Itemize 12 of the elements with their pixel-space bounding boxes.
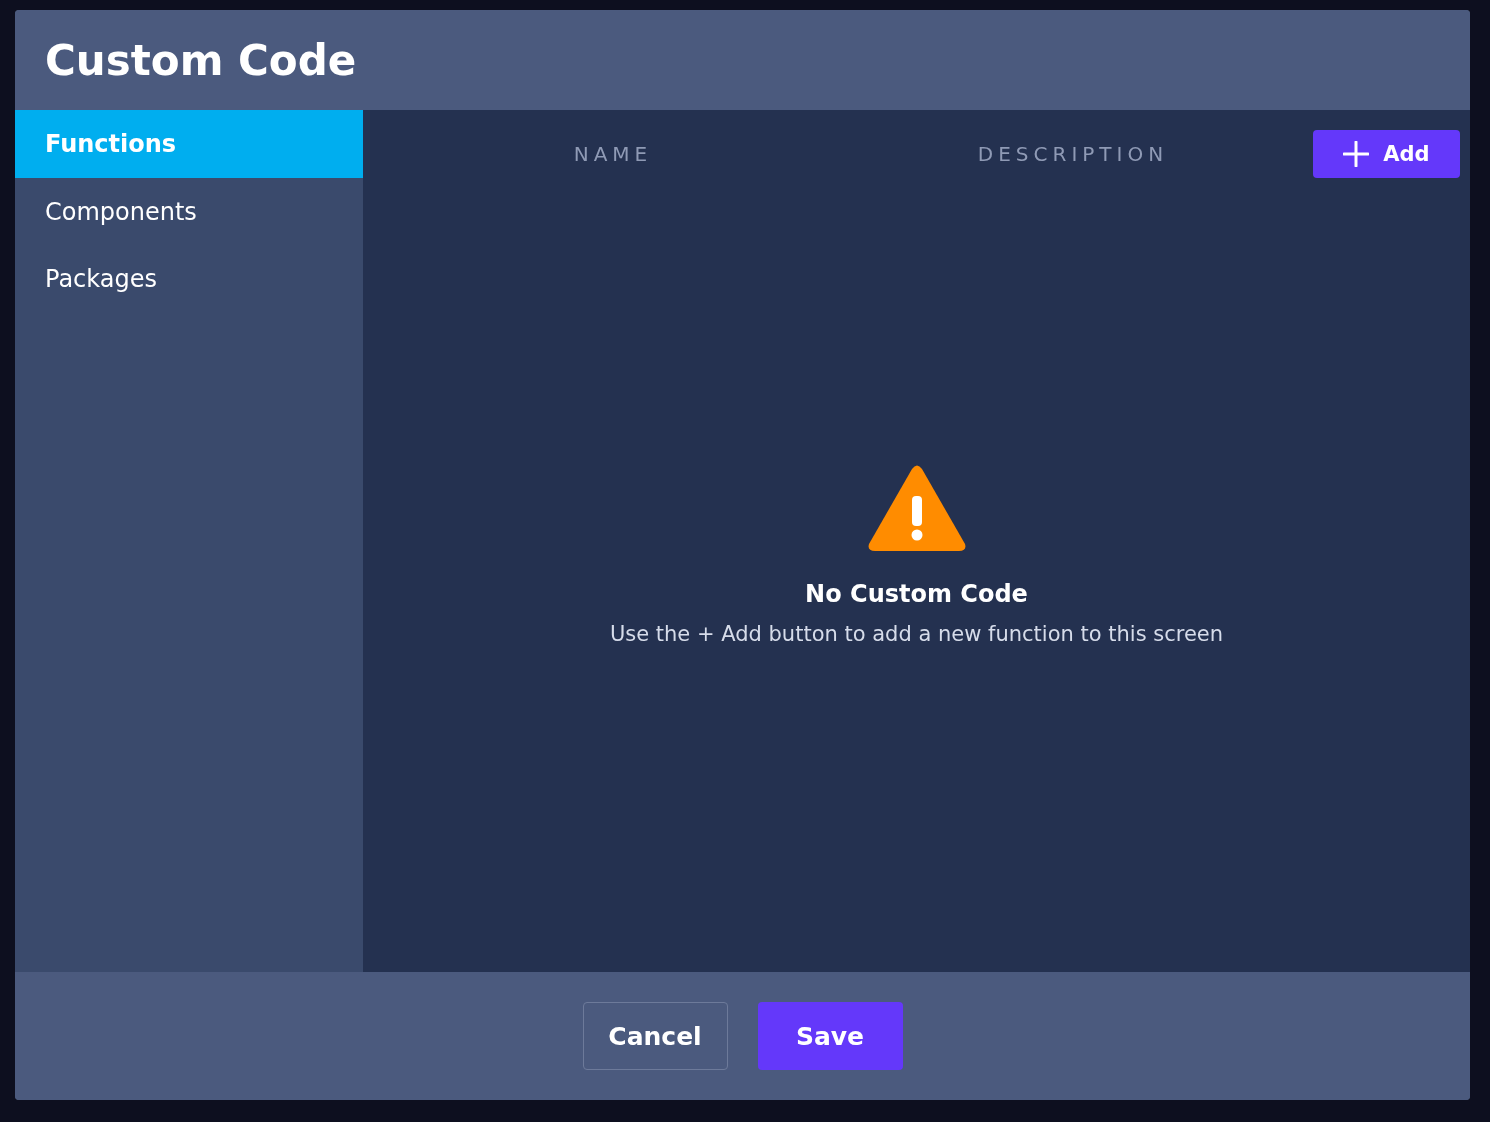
add-button[interactable]: Add <box>1313 130 1460 178</box>
column-header: NAME <box>573 142 653 166</box>
warning-icon <box>866 464 967 552</box>
dialog-title: Custom Code <box>45 35 357 85</box>
empty-state-title: No Custom Code <box>805 580 1028 608</box>
save-button[interactable]: Save <box>757 1002 903 1070</box>
column-header: DESCRIPTION <box>977 142 1169 166</box>
sidebar-item[interactable]: Packages <box>15 245 363 312</box>
cancel-button[interactable]: Cancel <box>582 1002 728 1070</box>
empty-state-message: Use the + Add button to add a new function to this screen <box>609 622 1224 646</box>
plus-icon <box>1343 141 1370 167</box>
sidebar-item[interactable]: Components <box>15 178 363 245</box>
